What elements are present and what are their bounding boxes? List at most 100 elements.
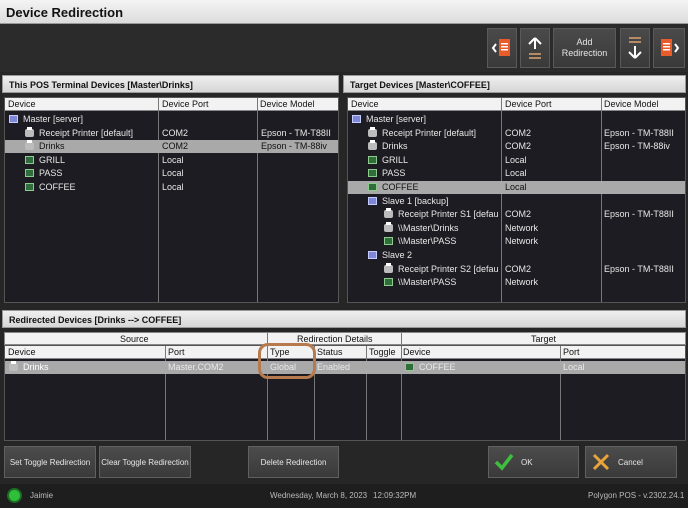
printer-icon — [384, 262, 393, 273]
printer-icon — [25, 140, 34, 151]
server-icon — [352, 115, 361, 123]
device-row[interactable]: COFFEE Local — [348, 181, 685, 194]
kitchen-display-icon — [384, 237, 393, 246]
device-row[interactable]: \\Master\Drinks Network — [348, 221, 685, 235]
redir-source-port: Master.COM2 — [168, 362, 224, 372]
printer-icon — [9, 361, 18, 371]
device-port: COM2 — [505, 141, 532, 152]
device-name: Drinks — [39, 141, 65, 152]
move-up-button[interactable] — [520, 28, 550, 68]
device-row[interactable]: Receipt Printer [default] COM2 Epson - TM-… — [5, 126, 338, 140]
device-row[interactable]: Receipt Printer S1 [defau COM2 Epson - TM-… — [348, 208, 685, 221]
col-device: Device — [8, 99, 36, 109]
ok-button[interactable]: OK — [488, 446, 579, 478]
device-name: PASS — [39, 168, 63, 179]
device-name: COFFEE — [382, 182, 419, 192]
device-port: Local — [505, 154, 527, 165]
device-port: Local — [162, 154, 184, 165]
kitchen-display-icon — [25, 155, 34, 164]
device-name: PASS — [382, 168, 406, 179]
x-icon — [592, 453, 610, 471]
server-icon — [368, 251, 377, 259]
device-row[interactable]: COFFEE Local — [5, 181, 338, 194]
redir-status: Enabled — [317, 362, 351, 372]
status-version: Polygon POS - v.2302.24.1 — [588, 491, 685, 500]
toolbar: Add Redirection — [0, 24, 688, 72]
move-left-button[interactable] — [487, 28, 517, 68]
device-row[interactable]: PASS Local — [5, 167, 338, 180]
checkmark-icon — [494, 453, 514, 471]
device-port: Network — [505, 236, 539, 247]
device-row[interactable]: Drinks COM2 Epson - TM-88iv — [348, 140, 685, 153]
col-target-device: Device — [403, 347, 431, 357]
add-redirection-button[interactable]: Add Redirection — [553, 28, 616, 68]
device-name: Slave 2 — [382, 250, 413, 260]
kitchen-display-icon — [384, 278, 393, 287]
device-name: Receipt Printer [default] — [382, 127, 477, 138]
status-user: Jaimie — [30, 491, 54, 500]
device-port: COM2 — [505, 127, 532, 138]
add-redirection-label: Add Redirection — [561, 37, 608, 58]
device-row[interactable]: Receipt Printer [default] COM2 Epson - TM-… — [348, 126, 685, 140]
move-left-icon — [491, 39, 510, 56]
set-toggle-redirection-button[interactable]: Set Toggle Redirection — [4, 446, 96, 478]
redirected-group-header: Source Redirection Details Target — [4, 332, 686, 345]
clear-toggle-redirection-button[interactable]: Clear Toggle Redirection — [99, 446, 191, 478]
device-name: \\Master\PASS — [398, 236, 457, 247]
redir-target-device: COFFEE — [419, 362, 456, 372]
device-row[interactable]: PASS Local — [348, 167, 685, 180]
printer-icon — [25, 126, 34, 137]
device-row[interactable]: Slave 2 — [348, 249, 685, 262]
printer-icon — [368, 126, 377, 137]
left-device-grid[interactable]: Device Device Port Device Model Master [… — [4, 97, 339, 303]
move-right-button[interactable] — [653, 28, 685, 68]
left-grid-header: Device Device Port Device Model — [5, 98, 338, 111]
device-port: Network — [505, 222, 539, 233]
right-device-grid[interactable]: Device Device Port Device Model Master [… — [347, 97, 686, 303]
device-port: Local — [505, 168, 527, 179]
redirected-grid[interactable]: Device Port Type Status Toggle Device Po… — [4, 345, 686, 441]
move-down-button[interactable] — [620, 28, 650, 68]
device-model: Epson - TM-T88II — [604, 209, 674, 220]
device-model: Epson - TM-T88II — [604, 263, 674, 274]
device-name: Master [server] — [366, 114, 427, 124]
cancel-label: Cancel — [618, 457, 643, 467]
delete-redirection-button[interactable]: Delete Redirection — [248, 446, 339, 478]
col-source-port: Port — [168, 347, 185, 357]
device-port: Local — [162, 182, 184, 192]
group-source: Source — [120, 334, 149, 344]
device-name: Receipt Printer S2 [defau — [398, 263, 498, 274]
arrow-down-icon — [628, 37, 642, 59]
kitchen-display-icon — [368, 155, 377, 164]
device-row[interactable]: Slave 1 [backup] — [348, 195, 685, 208]
col-device-model: Device Model — [604, 99, 659, 109]
device-row[interactable]: Master [server] — [5, 113, 338, 126]
device-row[interactable]: Receipt Printer S2 [defau COM2 Epson - TM-… — [348, 262, 685, 276]
device-port: COM2 — [505, 263, 532, 274]
device-port: Local — [162, 168, 184, 179]
printer-icon — [384, 221, 393, 232]
device-name: Receipt Printer S1 [defau — [398, 209, 498, 220]
col-device-port: Device Port — [162, 99, 209, 109]
group-target: Target — [531, 334, 557, 344]
window-title: Device Redirection — [0, 0, 688, 24]
device-model: Epson - TM-T88II — [604, 127, 674, 138]
printer-icon — [368, 140, 377, 151]
redir-source-device: Drinks — [23, 362, 49, 372]
kitchen-display-icon — [25, 169, 34, 178]
online-status-icon — [7, 488, 22, 503]
device-row[interactable]: \\Master\PASS Network — [348, 235, 685, 248]
redirected-panel-title: Redirected Devices [Drinks --> COFFEE] — [2, 310, 686, 328]
device-name: GRILL — [39, 154, 66, 165]
col-device: Device — [351, 99, 379, 109]
device-name: \\Master\Drinks — [398, 222, 459, 233]
cancel-button[interactable]: Cancel — [585, 446, 677, 478]
device-row[interactable]: Master [server] — [348, 113, 685, 126]
redirected-row[interactable]: Drinks Master.COM2 Global Enabled COFFEE… — [5, 361, 685, 374]
status-date: Wednesday, March 8, 2023 — [270, 491, 368, 500]
device-row[interactable]: Drinks COM2 Epson - TM-88iv — [5, 140, 338, 154]
device-row[interactable]: GRILL Local — [5, 154, 338, 167]
server-icon — [9, 115, 18, 123]
device-row[interactable]: \\Master\PASS Network — [348, 276, 685, 289]
device-row[interactable]: GRILL Local — [348, 154, 685, 167]
